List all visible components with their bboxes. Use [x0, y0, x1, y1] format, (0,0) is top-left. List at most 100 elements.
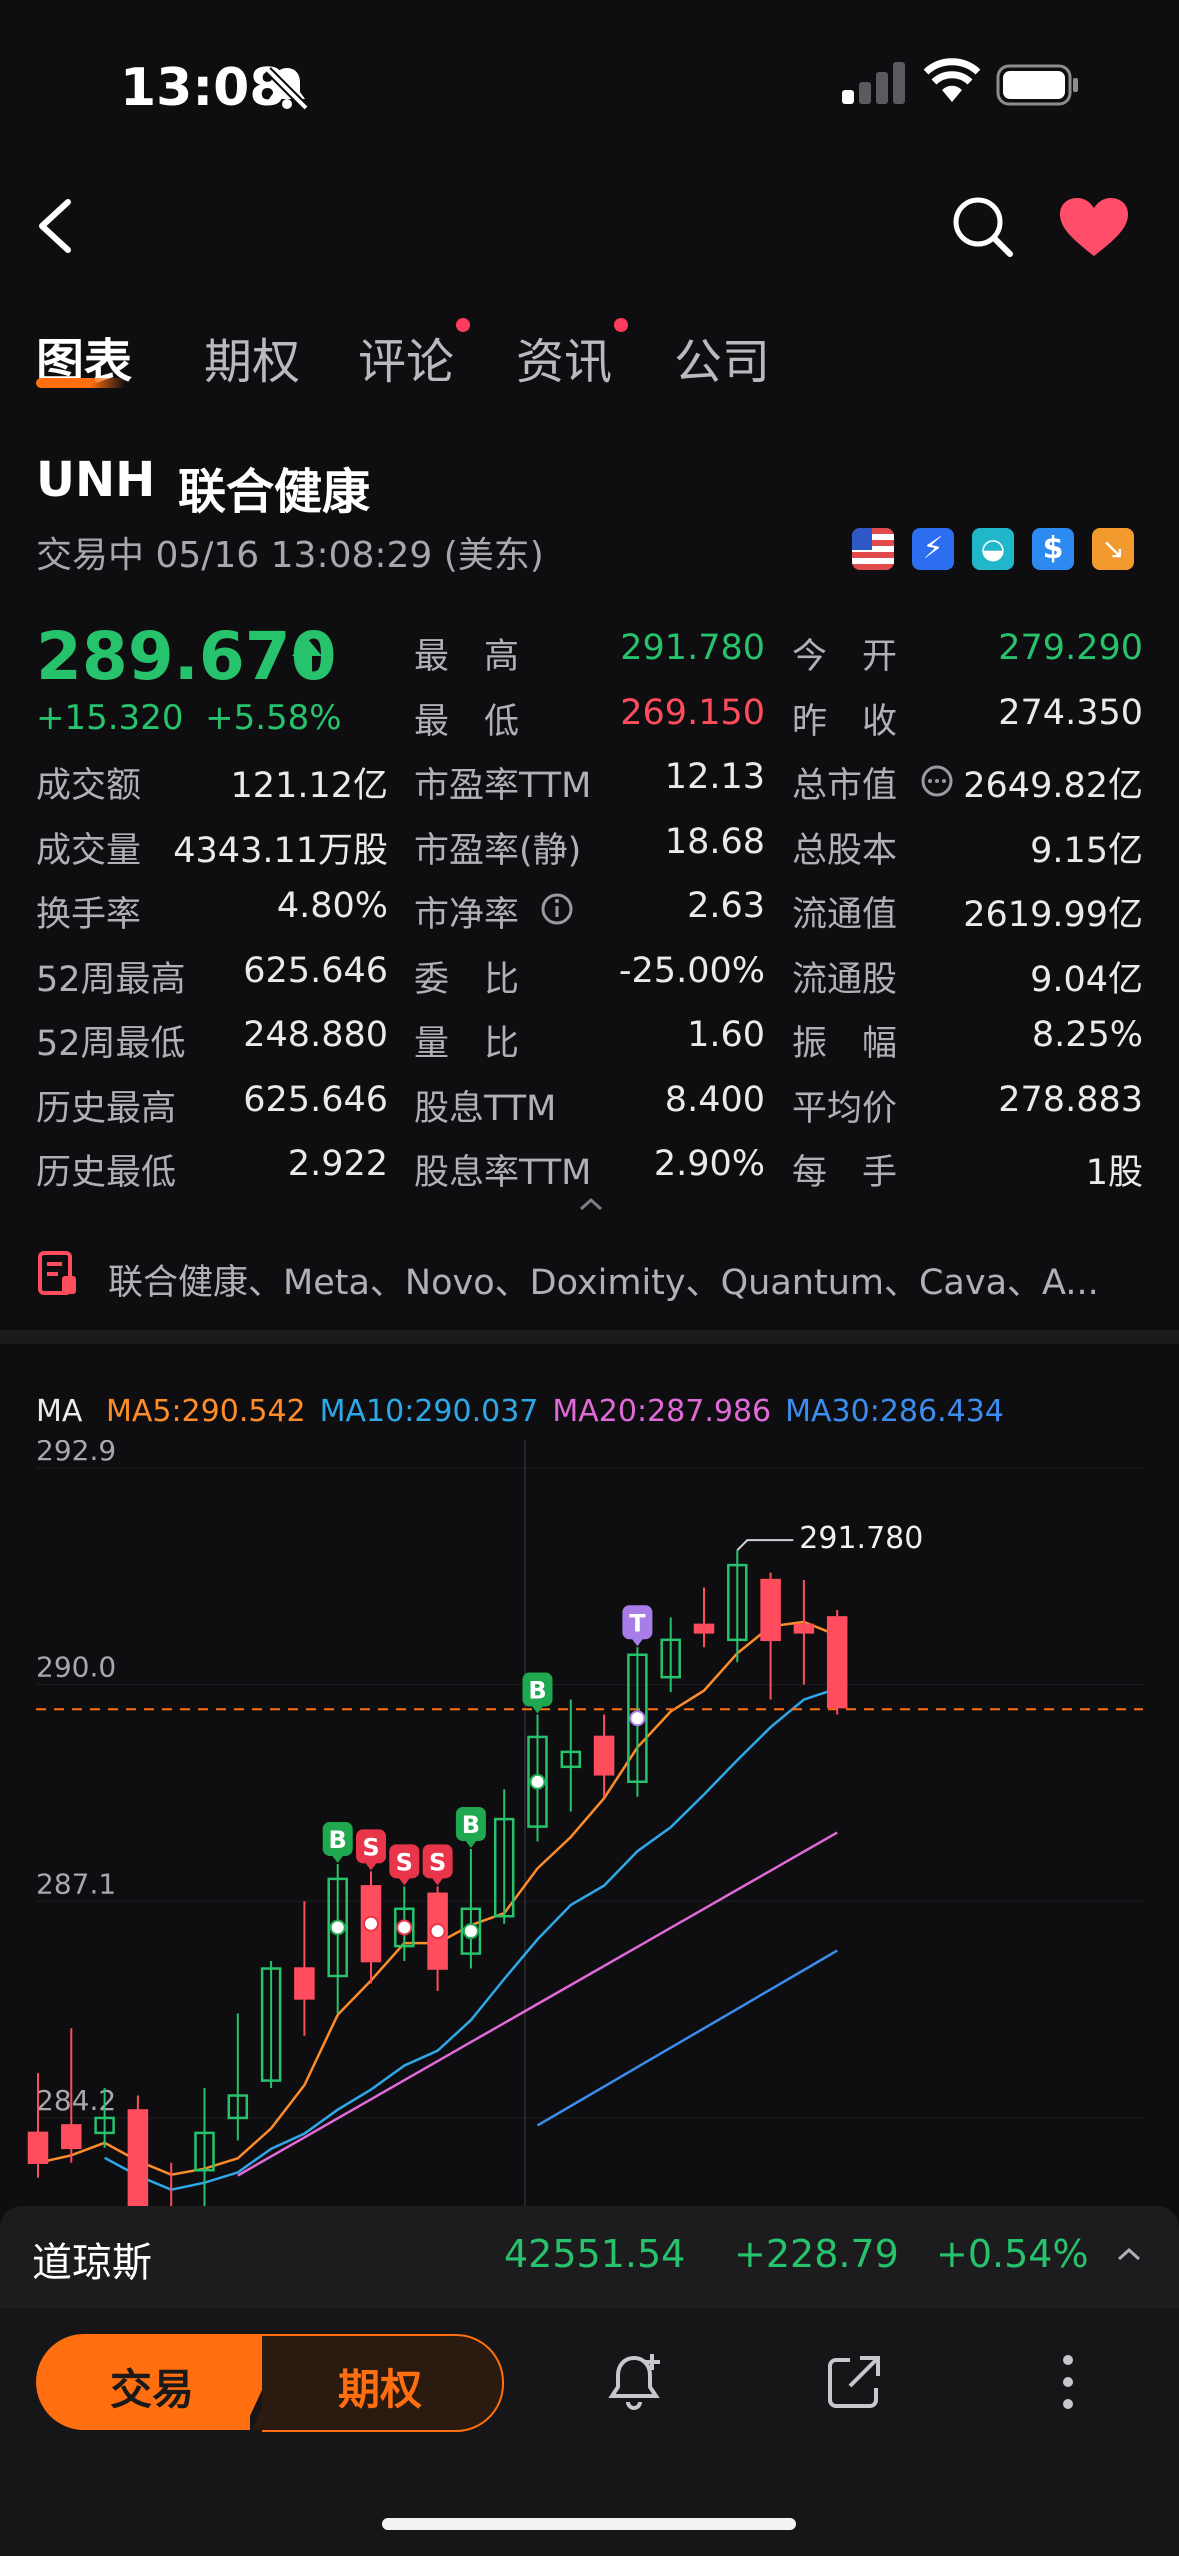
quote-label: 委 比: [414, 959, 520, 1000]
more-options-icon[interactable]: [1060, 2352, 1076, 2416]
section-divider: [0, 1330, 1179, 1344]
overnight-trading-icon[interactable]: ◒: [972, 528, 1014, 570]
quote-label: 成交额: [36, 766, 142, 806]
market-cap-more-icon[interactable]: [920, 764, 954, 802]
quote-value: 9.04亿: [1030, 959, 1143, 1000]
candlestick-chart[interactable]: 292.9290.0287.1284.2B SS SBBT291.780: [0, 1440, 1179, 2210]
unread-dot: [614, 318, 628, 332]
trade-marker-dot: [329, 1919, 346, 1936]
quote-label: 振 幅: [792, 1024, 898, 1064]
quote-value: 1.60: [687, 1015, 765, 1055]
company-name: 联合健康: [178, 464, 371, 520]
active-tab-underline: [36, 378, 126, 388]
trading-session-status: 交易中 05/16 13:08:29 (美东): [36, 535, 544, 576]
high-annotation-label: 291.780: [799, 1521, 923, 1556]
quote-label: 总市值: [792, 766, 898, 806]
quote-label: 每 手: [792, 1153, 898, 1193]
search-icon[interactable]: [950, 194, 1016, 264]
ma-legend[interactable]: MA MA5:290.542 MA10:290.037 MA20:287.986 MA…: [36, 1394, 1018, 1429]
quote-value: 121.12亿: [230, 766, 388, 806]
trade-marker-label: B: [462, 1811, 480, 1839]
tab-3[interactable]: 资讯: [516, 322, 612, 392]
back-icon[interactable]: [34, 196, 78, 260]
dollar-icon[interactable]: $: [1032, 528, 1074, 570]
quote-label: 市盈率TTM: [414, 766, 592, 806]
quote-value: 625.646: [243, 1079, 388, 1120]
status-time: 13:08: [120, 58, 286, 118]
short-sell-icon[interactable]: ↘: [1092, 528, 1134, 570]
share-icon[interactable]: [824, 2352, 884, 2416]
quote-label: 平均价: [792, 1088, 898, 1129]
quote-label: 历史最低: [36, 1153, 177, 1193]
tab-4[interactable]: 公司: [674, 322, 770, 392]
trade-marker-pointer: [631, 1638, 644, 1647]
quote-value: 2649.82亿: [963, 766, 1143, 806]
trade-marker-label: S: [429, 1848, 446, 1876]
battery-icon: [996, 64, 1080, 110]
trade-marker-pointer: [464, 1840, 477, 1848]
quote-value: 279.290: [998, 628, 1143, 668]
trade-marker-pointer: [365, 1862, 377, 1871]
quote-label: 股息TTM: [414, 1088, 557, 1129]
quote-value: 269.150: [620, 692, 765, 733]
wifi-icon: [923, 58, 981, 108]
quote-label: 量 比: [414, 1024, 520, 1064]
quote-value: 2.922: [287, 1144, 388, 1184]
home-indicator: [382, 2518, 796, 2530]
y-tick-label: 287.1: [36, 1867, 116, 1900]
trade-marker-dot: [462, 1923, 479, 1940]
trade-marker-dot: [396, 1919, 413, 1936]
candle-down: [61, 2124, 82, 2150]
quote-label: 今 开: [792, 637, 898, 677]
info-icon[interactable]: [540, 892, 574, 930]
quote-label: 最 高: [414, 637, 520, 677]
quote-value: 1股: [1085, 1153, 1143, 1193]
collapse-chevron-icon[interactable]: [578, 1196, 604, 1216]
index-name: 道琼斯: [32, 2240, 152, 2286]
quote-value: 625.646: [243, 950, 388, 991]
trade-marker-label: S: [396, 1848, 413, 1876]
quote-value: 2.63: [687, 886, 765, 926]
quote-value: 4.80%: [276, 886, 388, 926]
high-annotation-leader: [736, 1539, 794, 1551]
quote-label: 股息率TTM: [414, 1153, 592, 1193]
trade-marker-pointer: [431, 1877, 444, 1886]
quote-label: 流通值: [792, 895, 898, 935]
candle-down: [127, 2109, 149, 2210]
related-stocks-list[interactable]: 联合健康、Meta、Novo、Doximity、Quantum、Cava、A..…: [108, 1254, 1099, 1305]
trade-marker-dot: [363, 1915, 379, 1932]
quote-value: 8.25%: [1031, 1015, 1143, 1055]
change-amount: +15.320: [36, 698, 184, 738]
candle-down: [27, 2131, 49, 2165]
quote-label: 历史最高: [36, 1088, 177, 1129]
quote-label: 成交量: [36, 830, 142, 871]
quote-value: 4343.11万股: [173, 830, 388, 871]
trade-marker-pointer: [398, 1877, 411, 1886]
trade-marker-label: B: [528, 1677, 546, 1705]
trade-button-label: 交易: [110, 2365, 195, 2414]
candle-down: [693, 1623, 715, 1634]
change-percent: +5.58%: [205, 698, 342, 738]
quote-value: 2619.99亿: [963, 895, 1143, 935]
tab-2[interactable]: 评论: [358, 322, 454, 392]
lightning-l3-icon[interactable]: ⚡: [912, 528, 954, 570]
candle-down: [294, 1967, 315, 2000]
quote-label: 52周最高: [36, 959, 186, 1000]
price-up-arrow-icon: [290, 636, 324, 682]
tab-1[interactable]: 期权: [204, 322, 300, 392]
candle-down: [593, 1735, 615, 1776]
trade-marker-dot: [529, 1773, 546, 1790]
trade-marker-label: B: [329, 1826, 347, 1854]
ticker-symbol: UNH: [36, 452, 156, 508]
quote-value: 9.15亿: [1030, 830, 1143, 871]
ma-legend-item: MA30:286.434: [785, 1394, 1004, 1429]
quote-label: 52周最低: [36, 1024, 186, 1064]
quote-value: 248.880: [243, 1015, 388, 1055]
price-alert-bell-icon[interactable]: [606, 2350, 668, 2418]
quote-value: 18.68: [664, 821, 765, 862]
expand-chevron-icon[interactable]: [1116, 2246, 1142, 2266]
favorite-heart-icon[interactable]: [1058, 196, 1130, 262]
y-tick-label: 290.0: [36, 1651, 116, 1684]
trade-marker-dot: [629, 1710, 646, 1727]
trade-marker-label: S: [362, 1833, 379, 1861]
